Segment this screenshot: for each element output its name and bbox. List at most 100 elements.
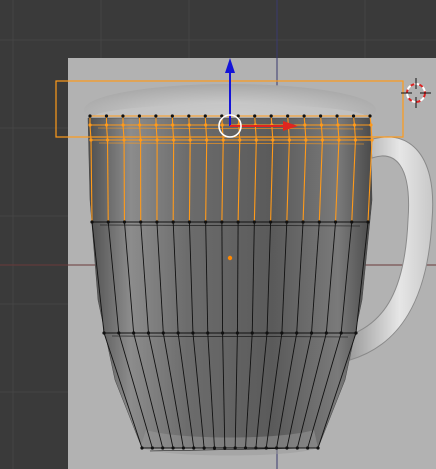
mesh-vertex[interactable] <box>319 123 324 127</box>
mesh-vertex[interactable] <box>235 331 240 335</box>
mesh-vertex[interactable] <box>105 138 110 142</box>
mesh-vertex[interactable] <box>366 220 370 224</box>
mesh-vertex[interactable] <box>90 220 94 224</box>
mesh-vertex[interactable] <box>287 138 291 142</box>
mesh-vertex[interactable] <box>295 446 299 450</box>
mesh-vertex[interactable] <box>268 220 273 224</box>
3d-viewport[interactable] <box>0 0 436 469</box>
mesh-vertex[interactable] <box>117 331 121 335</box>
mesh-vertex[interactable] <box>264 446 268 450</box>
mesh-vertex[interactable] <box>353 138 358 142</box>
mesh-vertex[interactable] <box>137 123 142 127</box>
selected-edge[interactable] <box>188 139 191 223</box>
selected-vertex[interactable] <box>88 114 92 118</box>
mesh-vertex[interactable] <box>243 446 248 450</box>
mesh-vertex[interactable] <box>320 138 325 142</box>
mesh-vertex[interactable] <box>220 331 225 335</box>
mesh-vertex[interactable] <box>285 220 289 224</box>
mesh-vertex[interactable] <box>122 138 126 142</box>
mesh-vertex[interactable] <box>236 220 240 224</box>
selected-vertex[interactable] <box>154 114 158 118</box>
mesh-vertex[interactable] <box>171 123 175 127</box>
selected-vertex[interactable] <box>203 114 207 118</box>
mesh-vertex[interactable] <box>223 446 227 450</box>
mesh-vertex[interactable] <box>271 138 275 142</box>
mesh-vertex[interactable] <box>188 138 192 142</box>
selected-vertex[interactable] <box>253 114 257 118</box>
mesh-vertex[interactable] <box>121 123 125 127</box>
mesh-vertex[interactable] <box>191 331 195 335</box>
selected-vertex[interactable] <box>104 114 109 118</box>
mesh-vertex[interactable] <box>206 331 210 335</box>
selected-vertex[interactable] <box>269 114 273 118</box>
mesh-vertex[interactable] <box>250 331 254 335</box>
mesh-vertex[interactable] <box>354 331 358 335</box>
mesh-vertex[interactable] <box>202 446 206 450</box>
mesh-vertex[interactable] <box>336 123 340 127</box>
selected-vertex[interactable] <box>368 114 372 118</box>
mesh-vertex[interactable] <box>161 446 165 450</box>
mesh-vertex[interactable] <box>317 220 321 224</box>
selected-edge[interactable] <box>106 139 109 223</box>
selected-vertex[interactable] <box>121 114 125 118</box>
mesh-vertex[interactable] <box>220 220 224 224</box>
selected-vertex[interactable] <box>170 114 174 118</box>
mesh-vertex[interactable] <box>176 331 180 335</box>
selected-vertex[interactable] <box>318 114 323 118</box>
mesh-vertex[interactable] <box>254 138 258 142</box>
mesh-vertex[interactable] <box>333 220 338 224</box>
mesh-vertex[interactable] <box>339 331 343 335</box>
mesh-vertex[interactable] <box>155 138 159 142</box>
mesh-vertex[interactable] <box>304 138 308 142</box>
mesh-vertex[interactable] <box>88 123 92 127</box>
mesh-vertex[interactable] <box>212 446 217 450</box>
selected-vertex[interactable] <box>187 114 191 118</box>
mesh-vertex[interactable] <box>295 331 299 335</box>
mesh-vertex[interactable] <box>154 123 158 127</box>
mesh-vertex[interactable] <box>205 138 209 142</box>
selected-vertex[interactable] <box>351 114 356 118</box>
mesh-vertex[interactable] <box>89 138 93 142</box>
mesh-vertex[interactable] <box>161 331 165 335</box>
mesh-vertex[interactable] <box>233 446 237 450</box>
mesh-vertex[interactable] <box>265 331 269 335</box>
mesh-vertex[interactable] <box>221 138 225 142</box>
mesh-vertex[interactable] <box>280 331 284 335</box>
mesh-vertex[interactable] <box>181 446 186 450</box>
selected-vertex[interactable] <box>302 114 306 118</box>
mesh-vertex[interactable] <box>187 220 192 224</box>
mesh-vertex[interactable] <box>301 220 305 224</box>
mesh-vertex[interactable] <box>102 331 106 335</box>
mesh-vertex[interactable] <box>324 331 328 335</box>
mesh-vertex[interactable] <box>204 123 208 127</box>
viewport-canvas[interactable] <box>0 0 436 469</box>
mesh-vertex[interactable] <box>204 220 208 224</box>
mesh-vertex[interactable] <box>172 138 176 142</box>
mesh-vertex[interactable] <box>140 446 144 450</box>
mesh-vertex[interactable] <box>337 138 341 142</box>
mesh-vertex[interactable] <box>146 331 151 335</box>
mesh-vertex[interactable] <box>369 123 373 127</box>
mesh-vertex[interactable] <box>238 138 242 142</box>
mesh-vertex[interactable] <box>254 446 258 450</box>
mesh-vertex[interactable] <box>104 123 109 127</box>
mesh-vertex[interactable] <box>138 138 143 142</box>
mesh-vertex[interactable] <box>306 446 310 450</box>
mesh-vertex[interactable] <box>155 220 159 224</box>
mesh-vertex[interactable] <box>370 138 374 142</box>
mesh-vertex[interactable] <box>285 446 289 450</box>
mesh-vertex[interactable] <box>171 220 175 224</box>
mesh-vertex[interactable] <box>122 220 127 224</box>
mesh-vertex[interactable] <box>150 446 154 450</box>
mesh-vertex[interactable] <box>252 220 256 224</box>
selected-vertex[interactable] <box>335 114 339 118</box>
mesh-vertex[interactable] <box>192 446 196 450</box>
mesh-vertex[interactable] <box>187 123 191 127</box>
mesh-vertex[interactable] <box>171 446 175 450</box>
mesh-vertex[interactable] <box>309 331 314 335</box>
mesh-vertex[interactable] <box>352 123 357 127</box>
mesh-vertex[interactable] <box>132 331 136 335</box>
mesh-vertex[interactable] <box>350 220 354 224</box>
selected-vertex[interactable] <box>137 114 142 118</box>
mesh-vertex[interactable] <box>303 123 307 127</box>
